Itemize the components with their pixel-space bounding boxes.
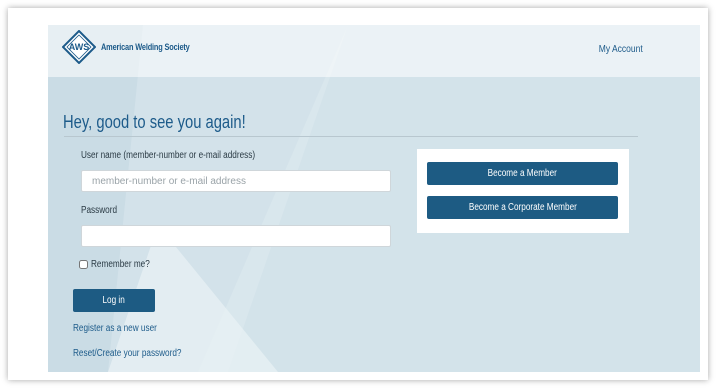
become-corporate-member-button[interactable]: Become a Corporate Member bbox=[427, 196, 618, 219]
remember-me-checkbox[interactable] bbox=[79, 260, 88, 269]
password-label: Password bbox=[81, 205, 118, 216]
reset-password-link[interactable]: Reset/Create your password? bbox=[73, 348, 181, 359]
aws-logo[interactable]: AWS American Welding Society bbox=[61, 29, 209, 65]
login-button-label: Log in bbox=[102, 295, 126, 306]
password-input[interactable] bbox=[81, 225, 391, 247]
page-title: Hey, good to see you again! bbox=[63, 112, 246, 132]
login-button[interactable]: Log in bbox=[73, 289, 155, 312]
logo-mark-text: AWS bbox=[69, 42, 90, 52]
title-divider bbox=[64, 136, 638, 137]
become-member-button[interactable]: Become a Member bbox=[427, 162, 618, 185]
become-corporate-member-label: Become a Corporate Member bbox=[468, 202, 577, 213]
username-input[interactable] bbox=[81, 170, 391, 192]
remember-me[interactable]: Remember me? bbox=[79, 259, 163, 270]
aws-diamond-icon: AWS bbox=[61, 29, 97, 65]
org-name: American Welding Society bbox=[101, 42, 190, 52]
become-member-label: Become a Member bbox=[487, 168, 558, 179]
remember-me-label: Remember me? bbox=[91, 259, 150, 270]
my-account-link[interactable]: My Account bbox=[599, 44, 643, 55]
username-label: User name (member-number or e-mail addre… bbox=[81, 150, 256, 161]
membership-panel: Become a Member Become a Corporate Membe… bbox=[417, 149, 629, 233]
register-link[interactable]: Register as a new user bbox=[73, 323, 157, 334]
